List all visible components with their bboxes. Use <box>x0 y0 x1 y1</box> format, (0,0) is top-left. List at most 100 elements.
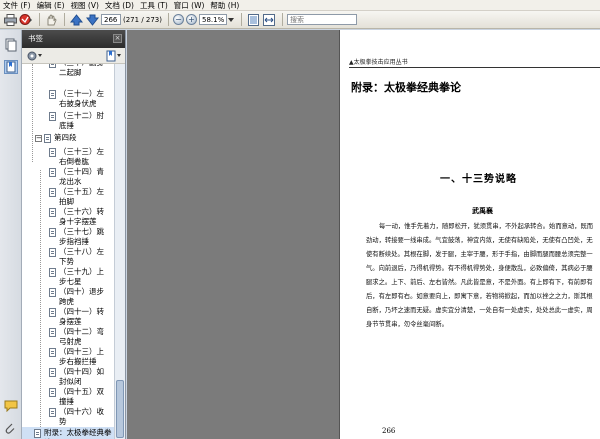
bookmark-doc-icon <box>49 388 56 397</box>
bookmark-item[interactable]: （四十）退步跨虎 <box>22 286 115 306</box>
bookmark-doc-icon <box>49 188 56 197</box>
zoom-dropdown-icon[interactable] <box>227 13 235 27</box>
print-icon[interactable] <box>3 13 17 27</box>
options-icon[interactable] <box>26 50 42 62</box>
bookmark-label: （三十一）左右披身伏虎 <box>59 89 104 108</box>
toolbar-separator <box>241 13 242 26</box>
pdf-page[interactable]: ▲太极拳技击应用丛书 附录：太极拳经典拳论 一、十三势说略 武禹襄 每一动，惟手… <box>339 30 600 439</box>
fit-width-icon[interactable] <box>262 13 276 27</box>
bookmark-doc-icon <box>49 408 56 417</box>
bookmark-doc-icon <box>49 288 56 297</box>
bookmark-item[interactable]: （三十四）青龙出水 <box>22 166 115 186</box>
new-bookmark-icon[interactable] <box>106 50 122 62</box>
bookmark-doc-icon <box>44 134 51 143</box>
bookmark-item-selected[interactable]: 附录：太极拳经典拳论 <box>22 427 115 439</box>
menu-document[interactable]: 文档 (D) <box>105 0 134 11</box>
running-head: ▲太极拳技击应用丛书 <box>349 59 408 66</box>
bookmarks-toolbar <box>22 48 125 64</box>
bookmark-label: （四十一）转身摆莲 <box>59 307 104 326</box>
bookmark-item[interactable]: （三十八）左下势 <box>22 246 115 266</box>
header-rule <box>349 67 600 68</box>
pages-icon[interactable] <box>4 38 18 52</box>
bookmark-label: 附录：太极拳经典拳论 <box>44 428 112 439</box>
bookmark-group[interactable]: − 第四段 <box>22 133 115 146</box>
bookmark-label: （四十六）收势 <box>59 407 104 426</box>
bookmark-label: （三十六）转身十字摆莲 <box>59 207 104 226</box>
bookmark-label: （四十）退步跨虎 <box>59 287 104 306</box>
zoom-out-icon[interactable]: − <box>173 14 184 25</box>
bookmark-item[interactable]: （四十一）转身摆莲 <box>22 306 115 326</box>
bookmark-label: （三十八）左下势 <box>59 247 104 266</box>
bookmark-item[interactable]: （三十五）左拍脚 <box>22 186 115 206</box>
author-name: 武禹襄 <box>472 206 493 215</box>
bookmark-doc-icon <box>49 228 56 237</box>
menu-tools[interactable]: 工具 (T) <box>140 0 168 11</box>
bookmark-doc-icon <box>34 429 41 438</box>
bookmark-label: （四十三）上步右搬拦捶 <box>59 347 104 366</box>
bookmarks-panel-header: 书签 × <box>22 30 125 48</box>
toolbar-separator <box>64 13 65 26</box>
close-panel-icon[interactable]: × <box>113 34 122 43</box>
bookmark-label: （三十三）左右倒卷肱 <box>59 147 104 166</box>
bookmark-label: （三十）翻身二起脚 <box>59 64 104 77</box>
bookmark-doc-icon <box>49 168 56 177</box>
attachments-icon[interactable] <box>4 422 18 436</box>
body-text: 每一动，惟手先着力，随即松开，犹须贯串，不外起承转合。始而意动，既而劲动，转接要… <box>366 220 596 332</box>
bookmark-label: （三十七）跳步指裆捶 <box>59 227 104 246</box>
bookmark-item[interactable]: （四十五）双撞捶 <box>22 386 115 406</box>
bookmark-item[interactable]: （三十）翻身二起脚 <box>22 64 115 90</box>
page-number: 266 <box>382 427 396 435</box>
bookmark-label: （四十五）双撞捶 <box>59 387 104 406</box>
menu-bar: 文件 (F) 编辑 (E) 视图 (V) 文档 (D) 工具 (T) 窗口 (W… <box>0 0 600 11</box>
bookmark-item[interactable]: （三十七）跳步指裆捶 <box>22 226 115 246</box>
search-input[interactable] <box>287 14 357 25</box>
bookmark-doc-icon <box>49 368 56 377</box>
bookmark-doc-icon <box>49 268 56 277</box>
menu-window[interactable]: 窗口 (W) <box>174 0 205 11</box>
bookmark-item[interactable]: （三十六）转身十字摆莲 <box>22 206 115 226</box>
bookmark-item[interactable]: （三十九）上步七星 <box>22 266 115 286</box>
bookmark-label: （三十二）肘底捶 <box>59 111 104 130</box>
bookmark-doc-icon <box>49 90 56 99</box>
bookmark-tree: （三十）翻身二起脚 （三十一）左右披身伏虎 （三十二）肘底捶 − 第四段 （三十… <box>22 64 115 439</box>
bookmarks-icon[interactable] <box>4 60 18 74</box>
bookmark-item[interactable]: （四十四）如封似闭 <box>22 366 115 386</box>
comments-icon[interactable] <box>4 400 18 414</box>
page-count: (271 / 273) <box>123 15 162 24</box>
bookmark-label: 第四段 <box>54 133 77 142</box>
fit-page-icon[interactable] <box>246 13 260 27</box>
next-page-icon[interactable] <box>85 13 99 27</box>
menu-edit[interactable]: 编辑 (E) <box>37 0 65 11</box>
bookmark-label: （三十五）左拍脚 <box>59 187 104 206</box>
bookmark-item[interactable]: （四十六）收势 <box>22 406 115 427</box>
zoom-in-icon[interactable]: + <box>186 14 197 25</box>
previous-page-icon[interactable] <box>69 13 83 27</box>
menu-help[interactable]: 帮助 (H) <box>210 0 239 11</box>
page-number-input[interactable] <box>101 14 121 25</box>
menu-file[interactable]: 文件 (F) <box>3 0 31 11</box>
zoom-input[interactable] <box>199 14 227 25</box>
bookmark-item[interactable]: （四十三）上步右搬拦捶 <box>22 346 115 366</box>
collapse-icon[interactable]: − <box>35 135 42 142</box>
appendix-title: 附录：太极拳经典拳论 <box>351 81 461 94</box>
bookmark-doc-icon <box>49 308 56 317</box>
toolbar-separator <box>282 13 283 26</box>
hand-tool-icon[interactable] <box>44 13 58 27</box>
menu-view[interactable]: 视图 (V) <box>71 0 99 11</box>
bookmark-item[interactable]: （四十二）弯弓射虎 <box>22 326 115 346</box>
bookmark-label: （三十四）青龙出水 <box>59 167 104 186</box>
scrollbar-thumb[interactable] <box>116 380 124 438</box>
bookmark-doc-icon <box>49 148 56 157</box>
bookmark-doc-icon <box>49 248 56 257</box>
create-pdf-icon[interactable] <box>19 13 33 27</box>
bookmark-label: （四十二）弯弓射虎 <box>59 327 104 346</box>
bookmark-doc-icon <box>49 112 56 121</box>
bookmark-item[interactable]: （三十二）肘底捶 <box>22 111 115 134</box>
bookmark-doc-icon <box>49 348 56 357</box>
bookmarks-scrollbar[interactable] <box>114 64 125 439</box>
bookmark-item[interactable]: （三十三）左右倒卷肱 <box>22 146 115 166</box>
bookmark-item[interactable]: （三十一）左右披身伏虎 <box>22 89 115 112</box>
bookmark-doc-icon <box>49 64 56 68</box>
bookmark-doc-icon <box>49 208 56 217</box>
navigation-pane-strip <box>0 30 22 439</box>
